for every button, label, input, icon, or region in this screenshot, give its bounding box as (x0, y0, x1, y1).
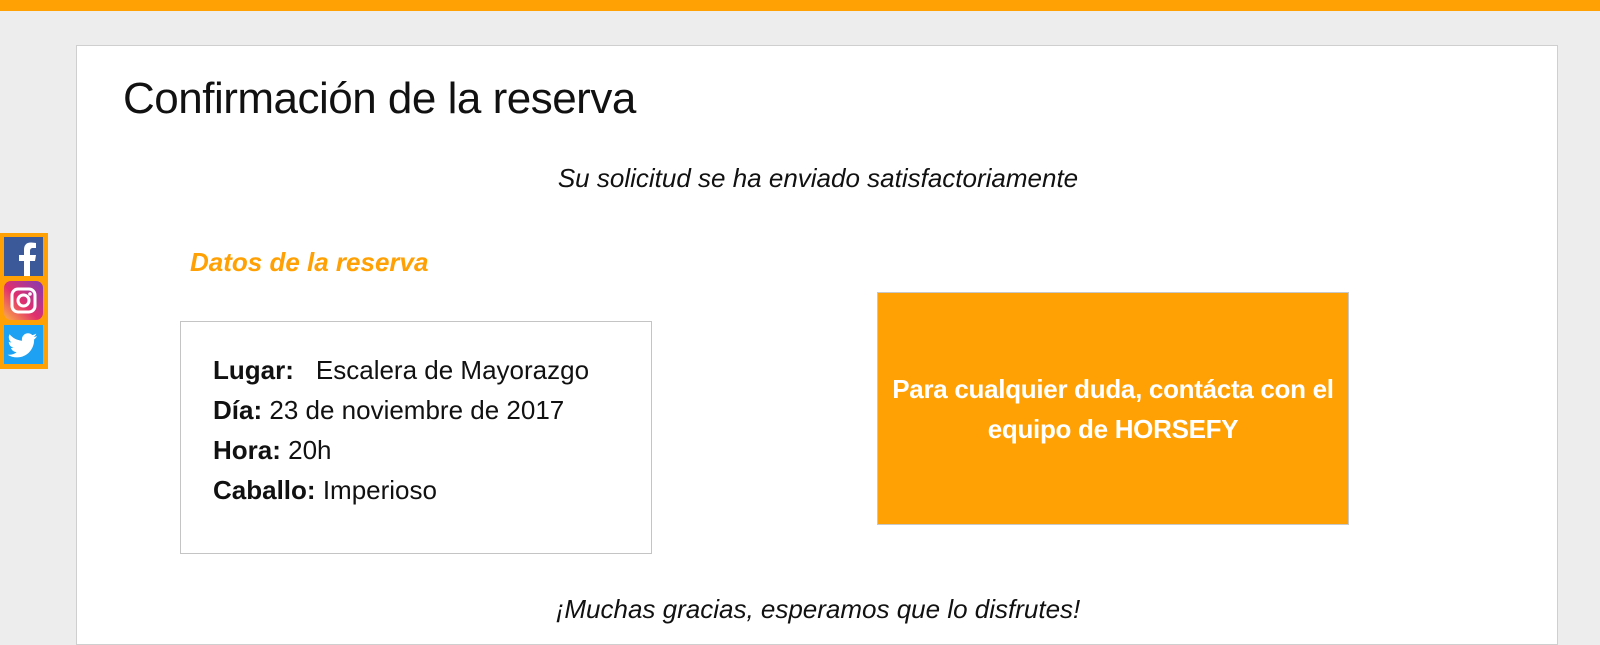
twitter-icon[interactable] (4, 325, 43, 364)
detail-row-dia: Día: 23 de noviembre de 2017 (213, 390, 651, 430)
booking-details-heading: Datos de la reserva (190, 247, 429, 277)
detail-value: 23 de noviembre de 2017 (269, 395, 565, 425)
page-title: Confirmación de la reserva (123, 74, 636, 123)
detail-label: Hora: (213, 435, 281, 465)
detail-value: 20h (288, 435, 332, 465)
contact-text: Para cualquier duda, contácta con el equ… (892, 373, 1334, 444)
detail-label: Día: (213, 395, 263, 425)
booking-details-box: Lugar: Escalera de Mayorazgo Día: 23 de n… (180, 321, 652, 554)
detail-row-caballo: Caballo: Imperioso (213, 470, 651, 510)
instagram-icon[interactable] (4, 281, 43, 320)
detail-row-lugar: Lugar: Escalera de Mayorazgo (213, 350, 651, 390)
confirmation-card: Confirmación de la reserva Su solicitud … (76, 45, 1558, 645)
success-message: Su solicitud se ha enviado satisfactoria… (557, 163, 1079, 193)
top-accent-bar (0, 0, 1600, 11)
social-sidebar (0, 233, 48, 369)
facebook-icon[interactable] (4, 237, 43, 276)
detail-value: Imperioso (322, 475, 437, 505)
contact-box[interactable]: Para cualquier duda, contácta con el equ… (877, 292, 1349, 525)
thanks-message: ¡Muchas gracias, esperamos que lo disfru… (555, 594, 1081, 624)
detail-label: Caballo: (213, 475, 316, 505)
detail-label: Lugar: (213, 355, 294, 385)
detail-value: Escalera de Mayorazgo (315, 355, 590, 385)
detail-row-hora: Hora: 20h (213, 430, 651, 470)
